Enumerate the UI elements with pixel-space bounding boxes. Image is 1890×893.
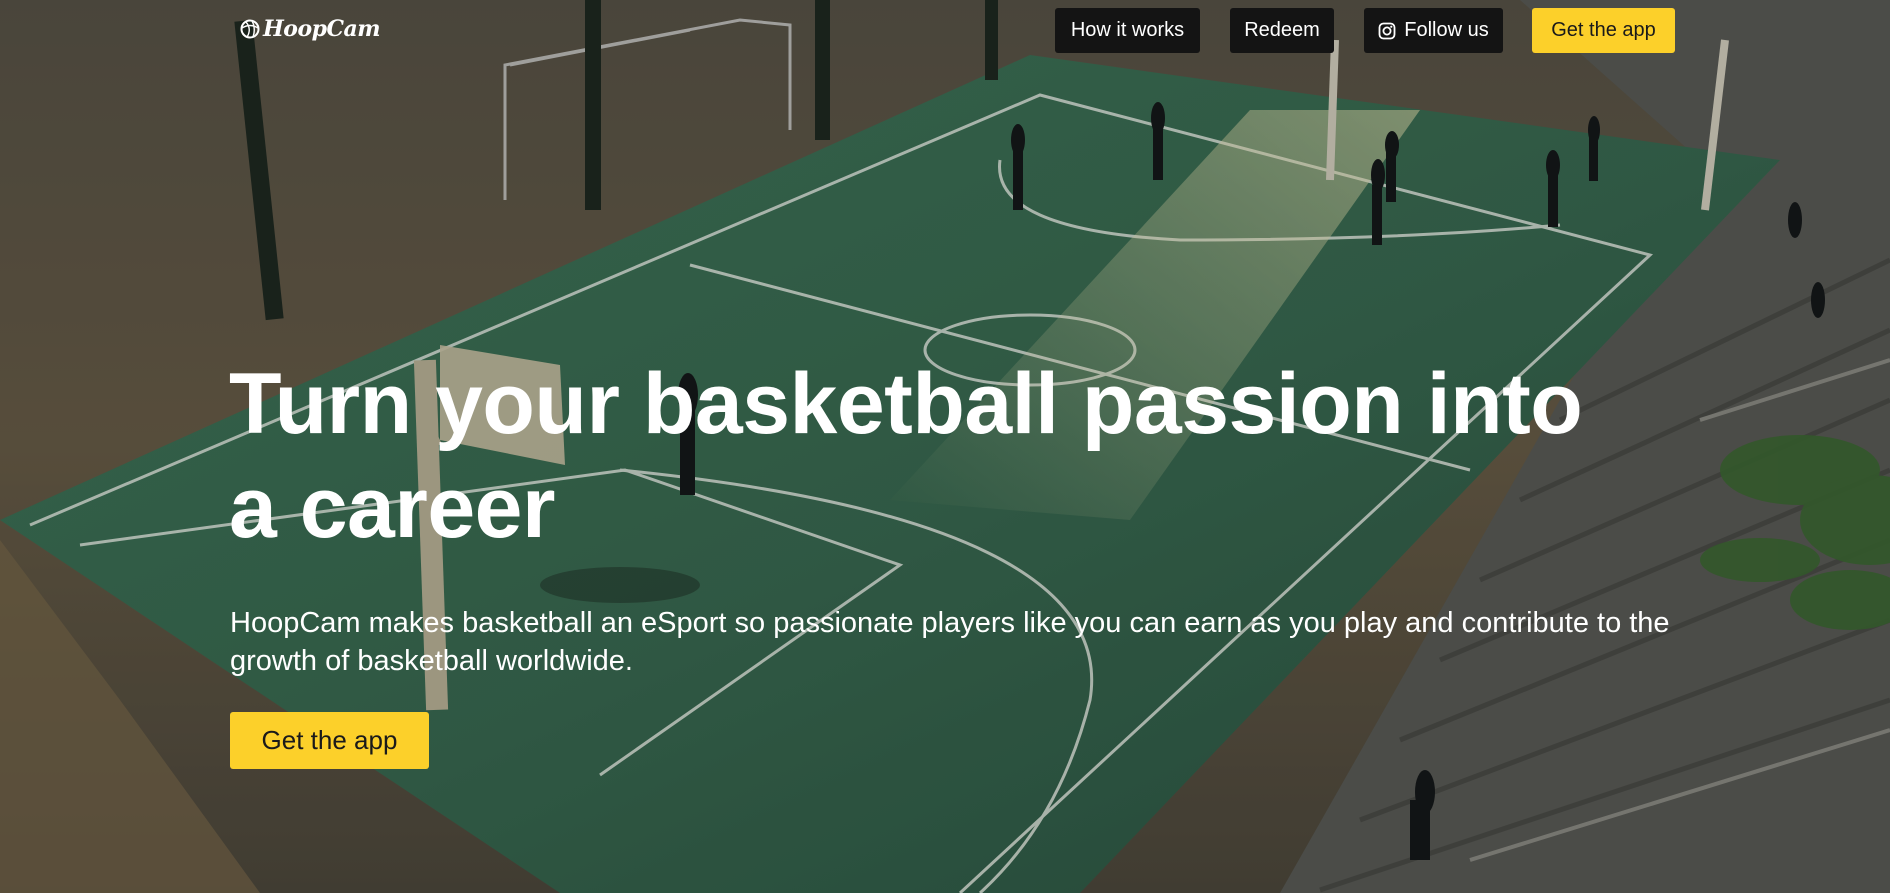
hero-get-app-button[interactable]: Get the app	[230, 712, 429, 769]
how-it-works-label: How it works	[1070, 19, 1185, 41]
instagram-icon	[1378, 22, 1396, 39]
follow-us-button[interactable]: Follow us	[1364, 8, 1503, 53]
nav-get-app-button[interactable]: Get the app	[1532, 8, 1675, 53]
hero-subtext: HoopCam makes basketball an eSport so pa…	[230, 607, 1670, 677]
nav-get-app-label: Get the app	[1551, 19, 1656, 41]
redeem-button[interactable]: Redeem	[1230, 8, 1334, 53]
hero-get-app-label: Get the app	[261, 725, 398, 755]
follow-us-label: Follow us	[1404, 19, 1489, 41]
redeem-label: Redeem	[1244, 19, 1320, 41]
hero-headline: Turn your basketball passion into a care…	[229, 356, 1583, 556]
how-it-works-button[interactable]: How it works	[1055, 8, 1200, 53]
top-navigation: How it works Redeem Follow us Get the ap…	[0, 8, 1890, 53]
